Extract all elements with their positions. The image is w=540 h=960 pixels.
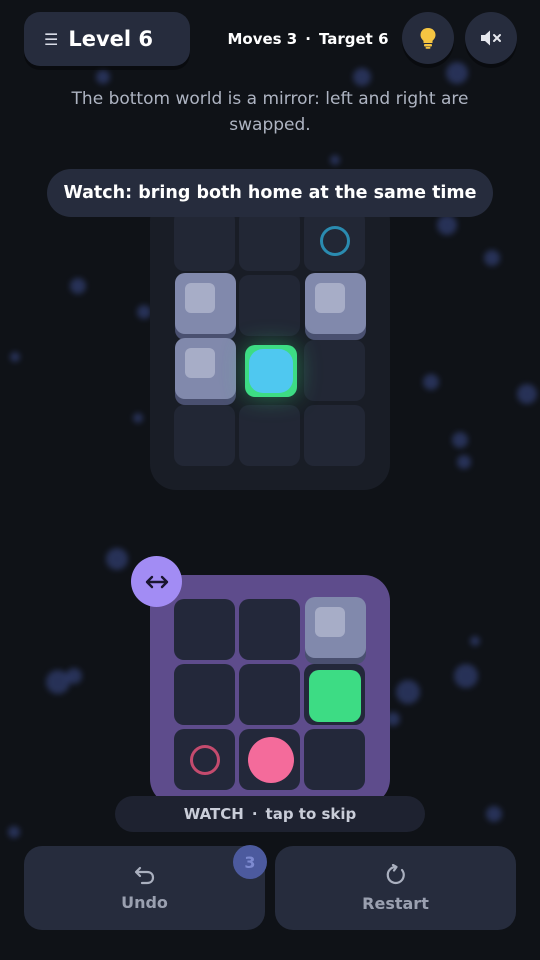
menu-icon: ☰: [44, 29, 59, 49]
watch-mode-label: WATCH: [183, 805, 244, 823]
grid-cell: [304, 405, 365, 466]
grid-cell: [304, 340, 365, 401]
mirror-world-board: [150, 575, 390, 805]
skip-replay-bar[interactable]: WATCH · tap to skip: [115, 796, 425, 832]
sound-toggle-button[interactable]: [465, 12, 517, 64]
grid-cell: [304, 729, 365, 790]
grid-cell: [174, 405, 235, 466]
restart-button[interactable]: Restart: [275, 846, 516, 930]
stats-separator: ·: [305, 30, 311, 48]
goal-ring-bottom: [190, 745, 220, 775]
skip-label: tap to skip: [265, 805, 357, 823]
wall-block: [175, 338, 236, 399]
lightbulb-icon: [420, 28, 436, 49]
moves-count: Moves 3: [227, 30, 298, 48]
undo-count-badge: 3: [233, 845, 267, 879]
level-description: The bottom world is a mirror: left and r…: [71, 89, 469, 135]
undo-button[interactable]: Undo: [24, 846, 265, 930]
mute-icon: [481, 30, 501, 46]
target-count: Target 6: [318, 30, 389, 48]
undo-icon: [134, 866, 154, 884]
grid-cell: [174, 664, 235, 725]
grid-cell: [174, 210, 235, 271]
level-title: Level 6: [68, 27, 154, 51]
grid-cell: [239, 275, 300, 336]
grid-cell: [174, 599, 235, 660]
watch-banner: Watch: bring both home at the same time: [47, 169, 493, 217]
wall-block: [305, 273, 366, 334]
restart-label: Restart: [362, 893, 429, 913]
restart-icon: [386, 863, 405, 884]
goal-ring-top: [320, 226, 350, 256]
grid-cell: [239, 599, 300, 660]
grid-cell: [239, 405, 300, 466]
mirror-swap-icon: [131, 556, 182, 607]
wall-block: [175, 273, 236, 334]
level-menu-button[interactable]: ☰ Level 6: [24, 12, 190, 66]
player-piece-top: [249, 349, 293, 393]
hint-button[interactable]: [402, 12, 454, 64]
switch-tile: [309, 670, 361, 722]
top-world-board: [150, 195, 390, 490]
player-piece-bottom: [248, 737, 294, 783]
watch-separator: ·: [251, 805, 258, 823]
move-stats: Moves 3 · Target 6: [218, 30, 398, 48]
grid-cell: [239, 664, 300, 725]
grid-cell: [239, 210, 300, 271]
wall-block: [305, 597, 366, 658]
undo-label: Undo: [121, 892, 168, 912]
